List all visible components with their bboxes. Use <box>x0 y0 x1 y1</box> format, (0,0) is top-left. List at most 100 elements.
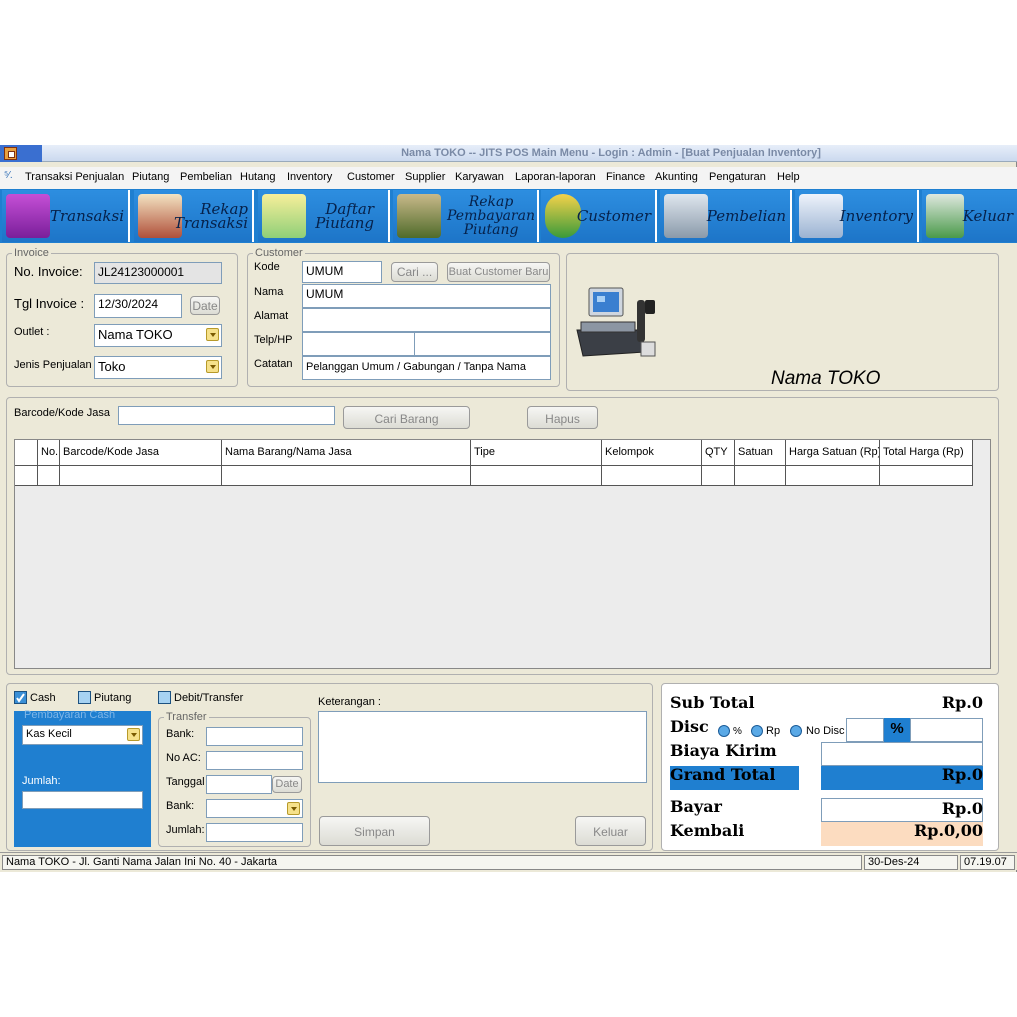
chevron-down-icon[interactable] <box>287 802 300 815</box>
toolbar-keluar-button[interactable]: Keluar <box>922 190 1017 242</box>
column-nama-barang[interactable]: Nama Barang/Nama Jasa <box>221 440 470 465</box>
disc-percent-radio[interactable] <box>718 725 730 737</box>
jenis-penjualan-select[interactable]: Toko <box>94 356 222 379</box>
items-table[interactable]: No. Barcode/Kode Jasa Nama Barang/Nama J… <box>14 439 991 669</box>
calculator-icon <box>262 194 306 238</box>
bayar-label: Bayar <box>670 797 722 816</box>
column-harga-satuan[interactable]: Harga Satuan (Rp) <box>785 440 879 465</box>
column-total-harga[interactable]: Total Harga (Rp) <box>879 440 973 465</box>
table-cell[interactable] <box>879 466 973 485</box>
rekap-label-2: Transaksi <box>173 214 248 232</box>
nama-field[interactable]: UMUM <box>302 284 551 308</box>
table-cell[interactable] <box>785 466 879 485</box>
menu-akunting[interactable]: Akunting <box>655 171 698 183</box>
barcode-input[interactable] <box>118 406 335 425</box>
column-tipe[interactable]: Tipe <box>470 440 601 465</box>
noac-input[interactable] <box>206 751 303 770</box>
table-row[interactable] <box>15 466 973 486</box>
disc-none-radio[interactable] <box>790 725 802 737</box>
toolbar-rekap-transaksi-button[interactable]: Rekap Transaksi <box>134 190 254 242</box>
column-satuan[interactable]: Satuan <box>734 440 785 465</box>
keluar-button[interactable]: Keluar <box>575 816 646 846</box>
menu-supplier[interactable]: Supplier <box>405 171 445 183</box>
table-cell[interactable] <box>601 466 701 485</box>
barcode-label: Barcode/Kode Jasa <box>14 407 111 419</box>
column-no[interactable]: No. <box>37 440 59 465</box>
column-barcode[interactable]: Barcode/Kode Jasa <box>59 440 221 465</box>
menu-finance[interactable]: Finance <box>606 171 645 183</box>
table-cell[interactable] <box>701 466 734 485</box>
column-qty[interactable]: QTY <box>701 440 734 465</box>
documents-icon <box>799 194 843 238</box>
biaya-kirim-input[interactable] <box>821 742 983 766</box>
toolbar-inventory-button[interactable]: Inventory <box>795 190 919 242</box>
disc-value-input[interactable] <box>846 718 884 742</box>
kode-field[interactable]: UMUM <box>302 261 382 283</box>
no-invoice-field[interactable]: JL24123000001 <box>94 262 222 284</box>
jumlah-label: Jumlah: <box>22 775 61 787</box>
menu-karyawan[interactable]: Karyawan <box>455 171 504 183</box>
telp-field[interactable] <box>302 332 415 356</box>
column-kelompok[interactable]: Kelompok <box>601 440 701 465</box>
cari-customer-button[interactable]: Cari ... <box>391 262 438 282</box>
toolbar-pembelian-button[interactable]: Pembelian <box>660 190 792 242</box>
alamat-label: Alamat <box>254 310 289 322</box>
disc-rp-radio[interactable] <box>751 725 763 737</box>
alamat-field[interactable] <box>302 308 551 332</box>
menu-hutang[interactable]: Hutang <box>240 171 275 183</box>
store-name: Nama TOKO <box>771 368 881 389</box>
table-cell[interactable] <box>470 466 601 485</box>
jumlah-cash-input[interactable] <box>22 791 143 809</box>
hp-field[interactable] <box>414 332 551 356</box>
status-date: 30-Des-24 <box>864 855 958 870</box>
table-cell[interactable] <box>37 466 59 485</box>
grand-total-value: Rp.0 <box>941 765 983 784</box>
menu-pembelian[interactable]: Pembelian <box>180 171 232 183</box>
piutang-checkbox[interactable] <box>78 691 91 704</box>
cari-barang-button[interactable]: Cari Barang <box>343 406 470 429</box>
bank-input[interactable] <box>206 727 303 746</box>
table-cell[interactable] <box>59 466 221 485</box>
catatan-field[interactable]: Pelanggan Umum / Gabungan / Tanpa Nama <box>302 356 551 380</box>
exit-door-icon <box>926 194 964 238</box>
disc-percent-label: % <box>733 726 742 737</box>
menu-help[interactable]: Help <box>777 171 800 183</box>
transfer-date-button[interactable]: Date <box>272 776 302 793</box>
store-panel: Nama TOKO <box>566 253 999 391</box>
kas-select[interactable]: Kas Kecil <box>22 725 143 745</box>
cash-checkbox[interactable] <box>14 691 27 704</box>
toolbar-transaksi-button[interactable]: Transaksi <box>2 190 130 242</box>
buat-customer-baru-button[interactable]: Buat Customer Baru <box>447 262 550 282</box>
chevron-down-icon[interactable] <box>127 728 140 741</box>
simpan-button[interactable]: Simpan <box>319 816 430 846</box>
cash-payment-box: Pembayaran Cash Kas Kecil Jumlah: <box>14 709 151 847</box>
toolbar-customer-button[interactable]: Customer <box>541 190 657 242</box>
menu-inventory[interactable]: Inventory <box>287 171 332 183</box>
bayar-value: Rp.0 <box>941 799 983 818</box>
jumlah-transfer-input[interactable] <box>206 823 303 842</box>
menu-laporan[interactable]: Laporan-laporan <box>515 171 596 183</box>
disc-amount-input[interactable] <box>910 718 983 742</box>
menu-pengaturan[interactable]: Pengaturan <box>709 171 766 183</box>
table-cell[interactable] <box>221 466 470 485</box>
jenis-penjualan-value: Toko <box>98 359 126 374</box>
hapus-button[interactable]: Hapus <box>527 406 598 429</box>
debit-checkbox[interactable] <box>158 691 171 704</box>
invoice-date-button[interactable]: Date <box>190 296 220 315</box>
row-selector[interactable] <box>15 466 37 485</box>
bank2-select[interactable] <box>206 799 303 818</box>
chevron-down-icon[interactable] <box>206 360 219 373</box>
table-cell[interactable] <box>734 466 785 485</box>
toolbar-daftar-piutang-button[interactable]: Daftar Piutang <box>258 190 390 242</box>
outlet-select[interactable]: Nama TOKO <box>94 324 222 347</box>
keterangan-textarea[interactable] <box>318 711 647 783</box>
menu-transaksi-penjualan[interactable]: Transaksi Penjualan <box>25 171 124 183</box>
menu-piutang[interactable]: Piutang <box>132 171 169 183</box>
mdi-icon[interactable]: ⁵⁄. <box>4 170 13 181</box>
tanggal-input[interactable] <box>206 775 272 794</box>
app-window: Nama TOKO -- JITS POS Main Menu - Login … <box>0 145 1017 872</box>
toolbar-rekap-pembayaran-button[interactable]: Rekap Pembayaran Piutang <box>393 190 539 242</box>
menu-customer[interactable]: Customer <box>347 171 395 183</box>
tgl-invoice-field[interactable]: 12/30/2024 <box>94 294 182 318</box>
chevron-down-icon[interactable] <box>206 328 219 341</box>
